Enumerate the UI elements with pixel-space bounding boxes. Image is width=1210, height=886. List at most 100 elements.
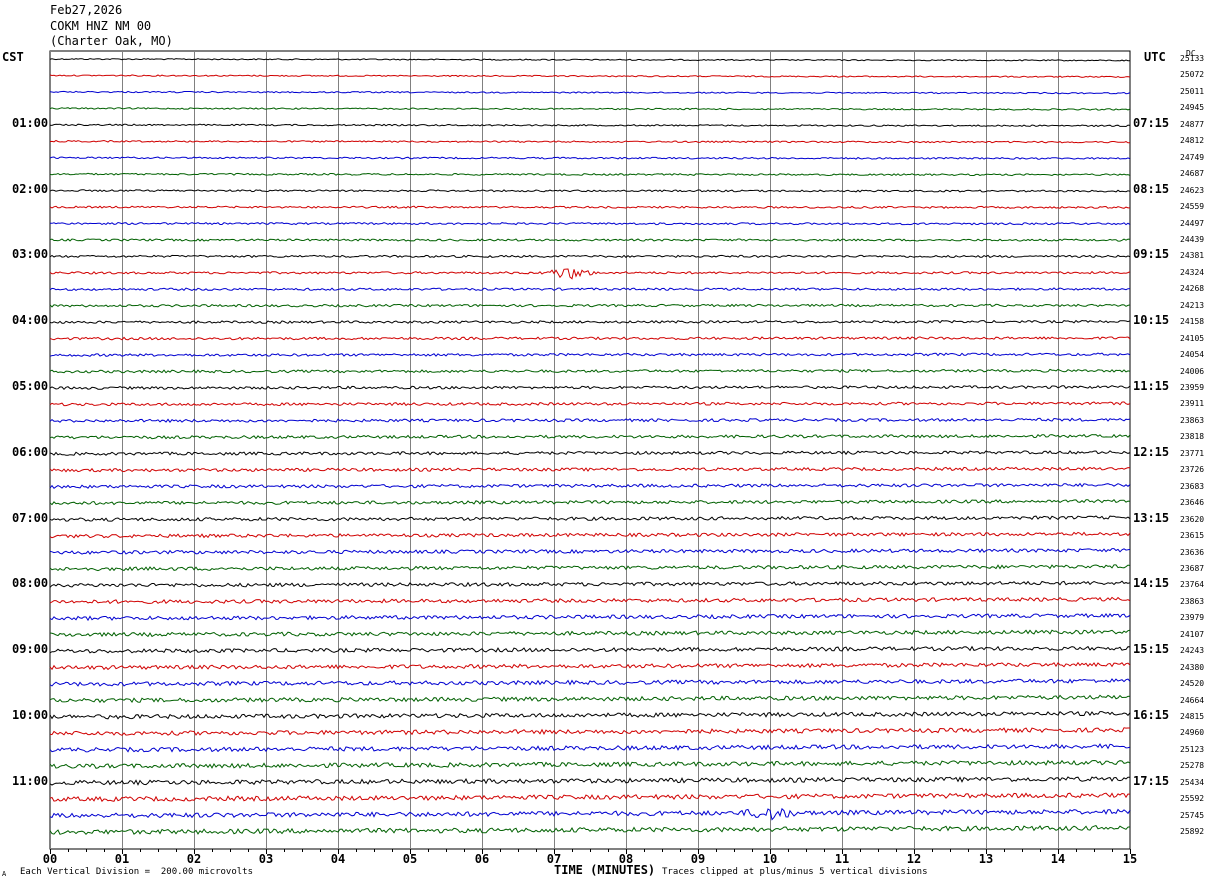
left-hour-label: 04:00 [12, 313, 49, 328]
seismic-trace [49, 352, 1131, 357]
left-timezone-label: CST [2, 50, 24, 64]
right-timezone-label: UTC [1144, 50, 1166, 64]
dc-offset-label: 25278 [1180, 761, 1205, 771]
dc-offset-label: 23818 [1180, 432, 1205, 442]
seismic-trace [49, 139, 1130, 144]
dc-offset-label: 24054 [1180, 350, 1205, 360]
seismic-trace [49, 254, 1131, 259]
left-hour-label: 06:00 [12, 444, 49, 459]
dc-offset-label: 24960 [1180, 728, 1205, 738]
seismic-trace [49, 336, 1131, 341]
x-tick-label: 04 [330, 852, 346, 866]
seismic-trace [49, 466, 1131, 473]
dc-offset-label: 24749 [1180, 152, 1205, 162]
dc-offset-label: 24006 [1180, 366, 1205, 376]
seismic-trace [49, 221, 1131, 226]
dc-offset-label: 23687 [1180, 563, 1205, 573]
dc-offset-label: 24520 [1180, 679, 1205, 689]
left-hour-label: 02:00 [12, 181, 49, 196]
seismic-trace [49, 678, 1131, 687]
seismic-trace [49, 401, 1131, 407]
dc-offset-label: 24243 [1180, 646, 1205, 656]
seismic-trace [49, 417, 1131, 424]
x-tick-label: 13 [978, 852, 994, 866]
dc-offset-label: 24945 [1180, 103, 1205, 113]
clip-text: Traces clipped at plus/minus 5 vertical … [662, 867, 928, 877]
dc-offset-label: 24268 [1180, 284, 1205, 294]
x-tick-label: 06 [474, 852, 490, 866]
dc-offset-label: 25745 [1180, 810, 1205, 820]
dc-offset-label: 24158 [1180, 317, 1205, 327]
dc-offset-label: 23959 [1180, 383, 1205, 392]
dc-offset-label: 25592 [1180, 794, 1205, 804]
dc-offset-label: 23863 [1180, 415, 1205, 425]
seismic-trace [49, 58, 1131, 62]
seismic-trace [49, 450, 1131, 456]
dc-offset-label: 23683 [1180, 481, 1205, 491]
seismic-trace [49, 792, 1131, 803]
x-tick-label: 12 [906, 852, 922, 866]
x-axis-title: TIME (MINUTES) [554, 863, 656, 877]
dc-offset-label: 24107 [1180, 629, 1205, 639]
scale-text: Each Vertical Division = 200.00 microvol… [20, 867, 253, 877]
seismic-trace [49, 189, 1131, 193]
dc-offset-label: 24381 [1180, 251, 1205, 261]
seismic-trace [49, 743, 1131, 753]
header-station: COKM HNZ NM 00 [50, 19, 152, 33]
right-hour-label: 14:15 [1133, 576, 1170, 591]
left-hour-label: 09:00 [12, 642, 49, 657]
scale-mark: A [2, 870, 7, 878]
seismic-trace [49, 498, 1131, 506]
dc-offset-label: 24497 [1180, 218, 1205, 228]
seismic-trace [49, 580, 1131, 588]
header-date: Feb27,2026 [50, 3, 123, 17]
right-hour-label: 08:15 [1133, 181, 1170, 196]
dc-offset-label: 25011 [1180, 86, 1205, 96]
dc-offset-label: 23863 [1180, 596, 1205, 606]
x-tick-label: 03 [258, 852, 274, 866]
dc-offset-label: 23636 [1180, 547, 1205, 557]
seismic-trace [49, 531, 1131, 539]
right-hour-label: 07:15 [1133, 115, 1170, 130]
x-tick-label: 09 [690, 852, 706, 866]
x-tick-label: 15 [1122, 852, 1138, 866]
seismic-trace [49, 205, 1130, 209]
dc-offset-label: 23615 [1180, 531, 1205, 541]
dc-offset-label: 24559 [1180, 202, 1205, 212]
seismic-trace [49, 433, 1131, 440]
dc-offset-label: 24380 [1180, 662, 1205, 672]
seismic-trace [49, 287, 1130, 292]
dc-offset-label: 24324 [1180, 267, 1205, 277]
dc-offset-label: 24623 [1180, 185, 1205, 195]
x-tick-label: 02 [186, 852, 202, 866]
right-hour-label: 12:15 [1133, 444, 1170, 459]
x-tick-label: 00 [42, 852, 58, 866]
left-hour-label: 08:00 [12, 576, 49, 591]
seismic-trace [49, 74, 1131, 78]
seismic-trace [49, 107, 1131, 111]
seismic-trace [49, 156, 1131, 160]
left-hour-label: 10:00 [12, 708, 49, 722]
right-hour-label: 11:15 [1133, 379, 1170, 393]
seismic-trace [49, 645, 1131, 654]
right-hour-label: 10:15 [1133, 313, 1170, 328]
dc-offset-label: 24812 [1180, 136, 1205, 146]
dc-offset-label: 24213 [1180, 300, 1205, 310]
seismic-trace [49, 564, 1131, 572]
x-tick-label: 05 [402, 852, 418, 866]
left-hour-label: 11:00 [12, 773, 49, 788]
seismic-trace [49, 319, 1131, 324]
x-tick-label: 01 [114, 852, 130, 866]
header-location: (Charter Oak, MO) [50, 34, 173, 48]
right-hour-label: 13:15 [1133, 510, 1170, 525]
dc-offset-label: 23979 [1180, 613, 1205, 623]
seismic-trace [49, 303, 1131, 308]
helicorder-plot [49, 50, 1131, 854]
dc-offset-label: 24664 [1180, 695, 1205, 705]
dc-offset-label: 23911 [1180, 399, 1205, 409]
dc-offset-label: 25133 [1180, 54, 1205, 63]
seismic-trace [49, 548, 1131, 555]
dc-offset-label: 25892 [1180, 827, 1205, 837]
dc-offset-label: 23726 [1180, 465, 1205, 475]
seismic-trace [49, 268, 1131, 280]
